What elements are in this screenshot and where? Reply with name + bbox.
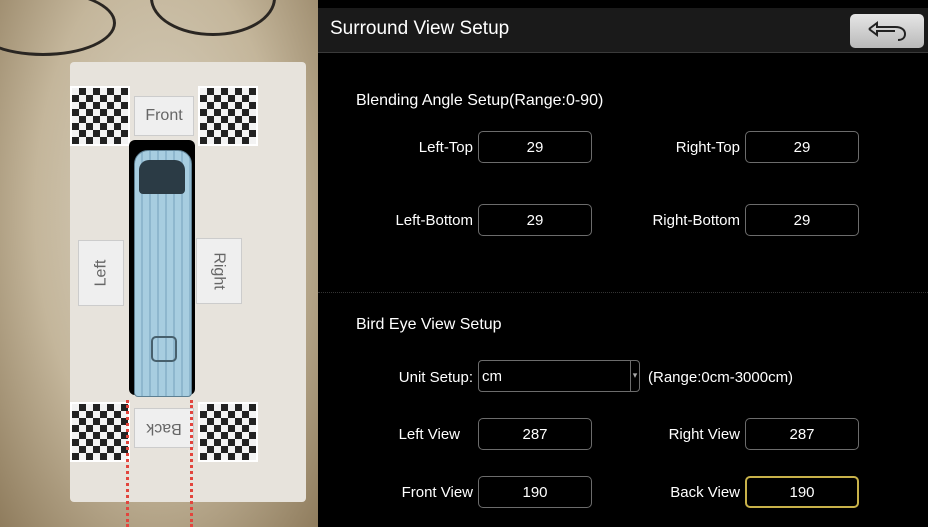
vehicle-top-view bbox=[129, 140, 195, 397]
settings-panel: Surround View Setup Blending Angle Setup… bbox=[318, 0, 928, 527]
unit-range-note: (Range:0cm-3000cm) bbox=[648, 369, 794, 386]
right-mat-label: Right bbox=[210, 252, 228, 290]
camera-preview: Front Back Left Right bbox=[0, 0, 318, 527]
back-mat-label: Back bbox=[134, 408, 194, 448]
right-mat: Right bbox=[196, 238, 242, 304]
left-top-input[interactable]: 29 bbox=[478, 131, 592, 163]
right-view-label: Right View bbox=[668, 426, 740, 443]
calibration-checker-front-left bbox=[70, 86, 130, 146]
back-view-input[interactable]: 190 bbox=[745, 476, 859, 508]
vehicle-windshield bbox=[139, 160, 185, 194]
front-mat-label: Front bbox=[134, 96, 194, 136]
cable-image bbox=[0, 0, 116, 56]
page-title: Surround View Setup bbox=[330, 18, 510, 39]
left-top-label: Left-Top bbox=[418, 139, 473, 156]
section-divider bbox=[318, 292, 928, 293]
calibration-checker-front-right bbox=[198, 86, 258, 146]
left-view-input[interactable]: 287 bbox=[478, 418, 592, 450]
unit-select[interactable]: cm ▾ bbox=[478, 360, 640, 392]
left-bottom-input[interactable]: 29 bbox=[478, 204, 592, 236]
header-bar: Surround View Setup bbox=[318, 8, 928, 53]
blending-angle-title: Blending Angle Setup(Range:0-90) bbox=[356, 92, 604, 109]
left-bottom-label: Left-Bottom bbox=[395, 212, 473, 229]
parking-guide-line-right bbox=[190, 400, 193, 527]
left-view-label: Left View bbox=[398, 426, 460, 443]
dropdown-arrow-icon[interactable]: ▾ bbox=[630, 361, 639, 391]
right-bottom-input[interactable]: 29 bbox=[745, 204, 859, 236]
calibration-checker-back-right bbox=[198, 402, 258, 462]
parking-guide-line-left bbox=[126, 400, 129, 527]
left-mat-label: Left bbox=[92, 259, 109, 287]
right-top-label: Right-Top bbox=[675, 139, 740, 156]
right-bottom-label: Right-Bottom bbox=[652, 212, 740, 229]
back-view-label: Back View bbox=[670, 484, 740, 501]
front-view-label: Front View bbox=[401, 484, 473, 501]
vehicle-hatch bbox=[151, 336, 177, 362]
right-view-input[interactable]: 287 bbox=[745, 418, 859, 450]
bird-eye-title: Bird Eye View Setup bbox=[356, 316, 502, 333]
cable-image bbox=[150, 0, 276, 36]
right-top-input[interactable]: 29 bbox=[745, 131, 859, 163]
back-button[interactable] bbox=[850, 14, 924, 48]
unit-select-value: cm bbox=[482, 368, 502, 385]
back-arrow-icon bbox=[868, 21, 907, 41]
left-mat: Left bbox=[78, 240, 124, 306]
calibration-checker-back-left bbox=[70, 402, 130, 462]
front-view-input[interactable]: 190 bbox=[478, 476, 592, 508]
unit-setup-label: Unit Setup: bbox=[398, 369, 473, 386]
